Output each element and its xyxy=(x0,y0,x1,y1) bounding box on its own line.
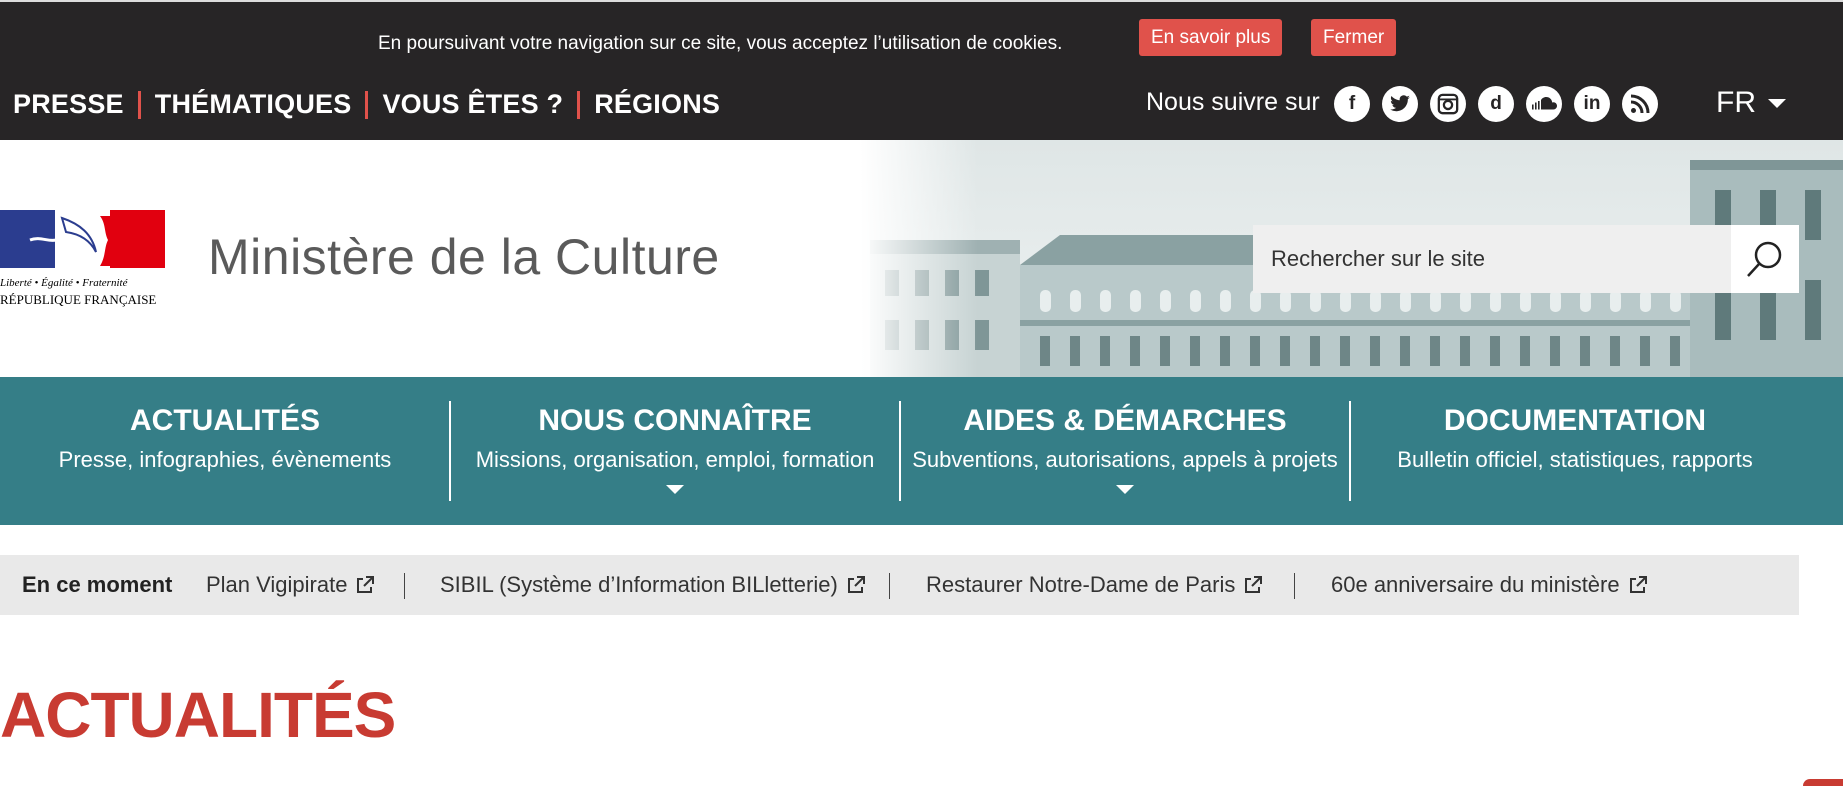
moment-link-notre-dame[interactable]: Restaurer Notre-Dame de Paris xyxy=(926,572,1263,598)
top-nav-separator xyxy=(577,90,581,119)
search-icon xyxy=(1747,241,1782,277)
search-box xyxy=(1253,225,1799,293)
moment-separator xyxy=(889,573,890,599)
ministry-title: Ministère de la Culture xyxy=(208,229,720,285)
moment-link-vigipirate[interactable]: Plan Vigipirate xyxy=(206,572,375,598)
main-nav-actualites[interactable]: ACTUALITÉS Presse, infographies, évèneme… xyxy=(0,377,450,525)
dailymotion-icon[interactable]: d xyxy=(1478,86,1514,122)
main-nav-nous-connaitre[interactable]: NOUS CONNAÎTRE Missions, organisation, e… xyxy=(450,377,900,525)
top-nav-thematiques[interactable]: THÉMATIQUES xyxy=(155,89,352,120)
main-nav-aides-demarches[interactable]: AIDES & DÉMARCHES Subventions, autorisat… xyxy=(900,377,1350,525)
top-nav-vous-etes[interactable]: VOUS ÊTES ? xyxy=(382,89,563,120)
top-nav-links: PRESSE THÉMATIQUES VOUS ÊTES ? RÉGIONS xyxy=(13,69,720,140)
top-nav-separator xyxy=(137,90,141,119)
moment-separator xyxy=(1294,573,1295,599)
top-nav-regions[interactable]: RÉGIONS xyxy=(594,89,720,120)
linkedin-icon[interactable]: in xyxy=(1574,86,1610,122)
moment-link-sibil[interactable]: SIBIL (Système d’Information BILletterie… xyxy=(440,572,866,598)
chevron-down-icon xyxy=(1116,485,1134,494)
follow-us-label: Nous suivre sur xyxy=(1146,88,1320,116)
cookie-message: En poursuivant votre navigation sur ce s… xyxy=(378,33,1063,54)
main-navigation: ACTUALITÉS Presse, infographies, évèneme… xyxy=(0,377,1843,525)
moment-link-anniversaire[interactable]: 60e anniversaire du ministère xyxy=(1331,572,1648,598)
instagram-icon[interactable] xyxy=(1430,86,1466,122)
top-navigation: PRESSE THÉMATIQUES VOUS ÊTES ? RÉGIONS N… xyxy=(0,69,1843,140)
external-link-icon xyxy=(847,576,865,593)
section-title: ACTUALITÉS xyxy=(0,679,396,751)
moment-link-text: Restaurer Notre-Dame de Paris xyxy=(926,572,1236,597)
main-nav-documentation[interactable]: DOCUMENTATION Bulletin officiel, statist… xyxy=(1350,377,1800,525)
svg-text:RÉPUBLIQUE FRANÇAISE: RÉPUBLIQUE FRANÇAISE xyxy=(0,292,156,307)
scroll-top-tab[interactable] xyxy=(1803,779,1843,786)
moment-link-text: 60e anniversaire du ministère xyxy=(1331,572,1620,597)
main-nav-subtitle: Presse, infographies, évènements xyxy=(58,447,392,472)
main-nav-title: AIDES & DÉMARCHES xyxy=(963,404,1287,437)
main-nav-subtitle: Subventions, autorisations, appels à pro… xyxy=(912,447,1338,472)
main-nav-title: DOCUMENTATION xyxy=(1443,404,1707,437)
soundcloud-icon[interactable] xyxy=(1526,86,1562,122)
language-selector[interactable]: FR xyxy=(1716,86,1786,120)
main-nav-subtitle: Bulletin officiel, statistiques, rapport… xyxy=(1397,447,1753,472)
search-input[interactable] xyxy=(1253,225,1731,293)
rss-icon[interactable] xyxy=(1622,86,1658,122)
en-ce-moment-label: En ce moment xyxy=(22,572,173,597)
facebook-icon[interactable]: f xyxy=(1334,86,1370,122)
cookie-banner: En poursuivant votre navigation sur ce s… xyxy=(0,0,1843,69)
external-link-icon xyxy=(1245,576,1263,593)
cookie-more-button[interactable]: En savoir plus xyxy=(1139,19,1283,56)
search-button[interactable] xyxy=(1731,225,1799,293)
language-label: FR xyxy=(1716,86,1756,119)
svg-text:Liberté • Égalité • Fraternité: Liberté • Égalité • Fraternité xyxy=(0,277,129,289)
external-link-icon xyxy=(1629,576,1647,593)
main-nav-title: NOUS CONNAÎTRE xyxy=(538,404,812,437)
external-link-icon xyxy=(357,576,375,593)
main-nav-title: ACTUALITÉS xyxy=(130,404,320,437)
moment-link-text: Plan Vigipirate xyxy=(206,572,348,597)
top-nav-separator xyxy=(365,90,369,119)
moment-link-text: SIBIL (Système d’Information BILletterie… xyxy=(440,572,838,597)
site-header: Liberté • Égalité • Fraternité RÉPUBLIQU… xyxy=(0,140,1843,377)
chevron-down-icon xyxy=(666,485,684,494)
moment-separator xyxy=(404,573,405,599)
main-nav-subtitle: Missions, organisation, emploi, formatio… xyxy=(475,447,875,472)
cookie-close-button[interactable]: Fermer xyxy=(1311,19,1397,56)
twitter-icon[interactable] xyxy=(1382,86,1418,122)
republique-francaise-logo: Liberté • Égalité • Fraternité RÉPUBLIQU… xyxy=(0,210,165,307)
en-ce-moment-bar: En ce moment Plan Vigipirate SIBIL (Syst… xyxy=(0,555,1799,615)
top-nav-presse[interactable]: PRESSE xyxy=(13,89,124,120)
chevron-down-icon xyxy=(1768,98,1786,108)
